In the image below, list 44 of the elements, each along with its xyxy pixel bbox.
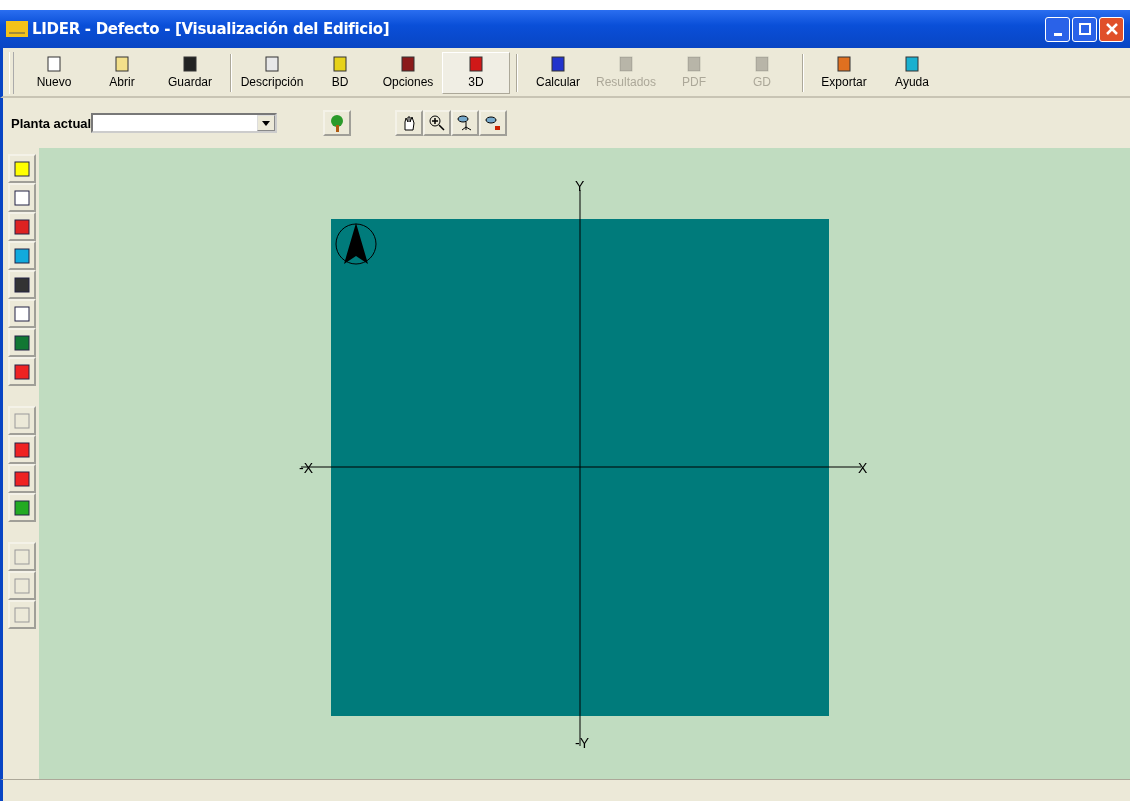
window-title: LIDER - Defecto - [Visualización del Edificio] bbox=[32, 20, 390, 38]
axis-label: X bbox=[858, 460, 868, 476]
dropdown-arrow-icon bbox=[262, 120, 271, 126]
zoom-button[interactable] bbox=[423, 110, 452, 136]
axis-label: -Y bbox=[575, 735, 589, 751]
close-icon bbox=[1105, 23, 1118, 35]
square-frame-icon bbox=[14, 189, 30, 206]
axis-label: Y bbox=[575, 178, 585, 194]
axis-label: -X bbox=[299, 460, 313, 476]
toolbar-button[interactable]: Exportar bbox=[810, 52, 878, 94]
maximize-icon bbox=[1078, 23, 1091, 35]
side-tool-button[interactable] bbox=[8, 357, 36, 386]
side-tool-button[interactable] bbox=[8, 464, 36, 493]
side-tool-button[interactable] bbox=[8, 212, 36, 241]
zoom-in-icon bbox=[429, 115, 446, 131]
floor-dropdown[interactable] bbox=[91, 113, 278, 133]
toolbar-button[interactable]: Calcular bbox=[524, 52, 592, 94]
close-button[interactable] bbox=[1099, 16, 1124, 42]
minimize-icon bbox=[1053, 32, 1062, 36]
side-tool-button[interactable] bbox=[8, 493, 36, 522]
toolbar-button[interactable]: Opciones bbox=[374, 52, 442, 94]
maximize-button[interactable] bbox=[1072, 16, 1097, 42]
side-tool-button[interactable] bbox=[8, 241, 36, 270]
app-logo-icon bbox=[6, 21, 28, 37]
tree-button[interactable] bbox=[323, 110, 352, 136]
view-axes-button[interactable] bbox=[451, 110, 480, 136]
eye-icon bbox=[485, 115, 502, 131]
eye-axes-icon bbox=[457, 115, 474, 131]
minimize-button[interactable] bbox=[1045, 16, 1070, 42]
view-button[interactable] bbox=[479, 110, 508, 136]
side-tool-button[interactable] bbox=[8, 435, 36, 464]
toolbar-button[interactable]: BD bbox=[306, 52, 374, 94]
toolbar-button[interactable]: Descripción bbox=[238, 52, 306, 94]
pan-button[interactable] bbox=[395, 110, 424, 136]
toolbar-button[interactable]: Guardar bbox=[156, 52, 224, 94]
toolbar-button[interactable]: 3D bbox=[442, 52, 510, 94]
toolbar-button[interactable]: Nuevo bbox=[20, 52, 88, 94]
floor-label: Planta actual bbox=[11, 115, 92, 131]
side-tool-button[interactable] bbox=[8, 328, 36, 357]
tree-icon bbox=[329, 114, 346, 132]
toolbar-button[interactable]: Abrir bbox=[88, 52, 156, 94]
hand-icon bbox=[401, 115, 418, 131]
toolbar-button[interactable]: Ayuda bbox=[878, 52, 946, 94]
side-tool-button[interactable] bbox=[8, 270, 36, 299]
